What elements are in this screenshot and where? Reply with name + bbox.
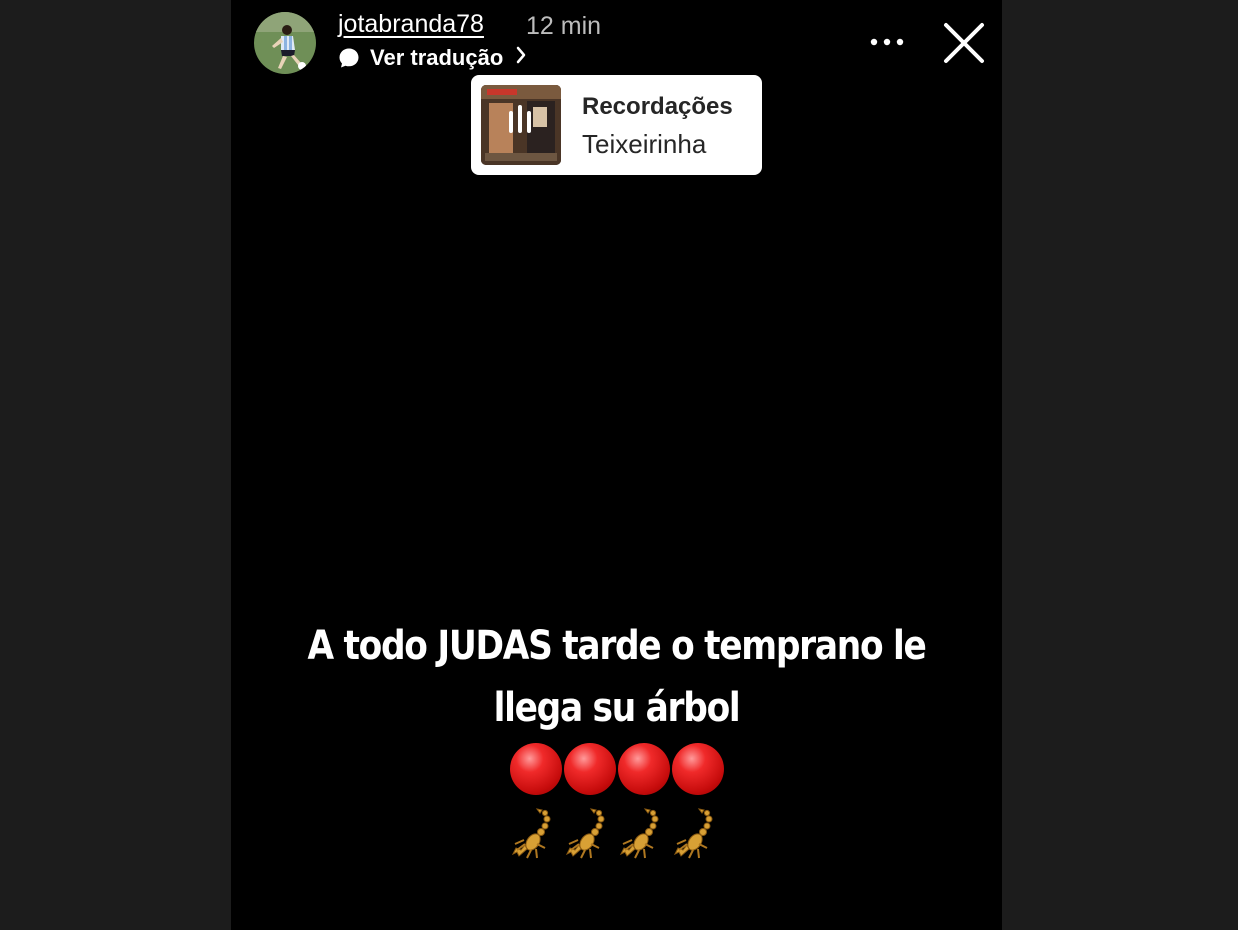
player-avatar-icon — [254, 12, 316, 74]
song-artist: Teixeirinha — [582, 129, 707, 159]
scorpion-icon — [617, 802, 671, 862]
translate-button[interactable]: Ver tradução — [338, 44, 527, 72]
more-options-button[interactable] — [869, 26, 905, 58]
translate-label: Ver tradução — [370, 45, 504, 70]
story-caption: A todo JUDAS tarde o temprano le llega s… — [285, 615, 948, 739]
scorpion-icon — [509, 802, 563, 862]
story-viewer[interactable]: jotabranda78 12 min Ver tradução Recorda… — [231, 0, 1002, 930]
scorpion-emoji-row — [231, 802, 1002, 862]
more-options-icon — [870, 38, 904, 46]
username-link[interactable]: jotabranda78 — [338, 10, 484, 39]
red-circle-emoji-row — [231, 742, 1002, 796]
avatar[interactable] — [254, 12, 316, 74]
red-circle-icon — [563, 742, 617, 796]
scorpion-icon — [563, 802, 617, 862]
speech-bubble-icon — [338, 47, 360, 69]
album-cover-with-equalizer-icon — [481, 85, 561, 165]
music-sticker[interactable]: Recordações Teixeirinha — [471, 75, 762, 175]
song-title: Recordações — [582, 93, 733, 120]
chevron-right-icon — [515, 45, 527, 71]
red-circle-icon — [671, 742, 725, 796]
album-cover — [481, 85, 561, 165]
scorpion-icon — [671, 802, 725, 862]
caption-line-2: llega su árbol — [493, 685, 741, 731]
caption-line-1: A todo JUDAS tarde o temprano le — [307, 623, 926, 669]
red-circle-icon — [617, 742, 671, 796]
red-circle-icon — [509, 742, 563, 796]
close-icon — [944, 23, 984, 63]
close-button[interactable] — [941, 20, 987, 66]
post-time: 12 min — [526, 12, 602, 40]
